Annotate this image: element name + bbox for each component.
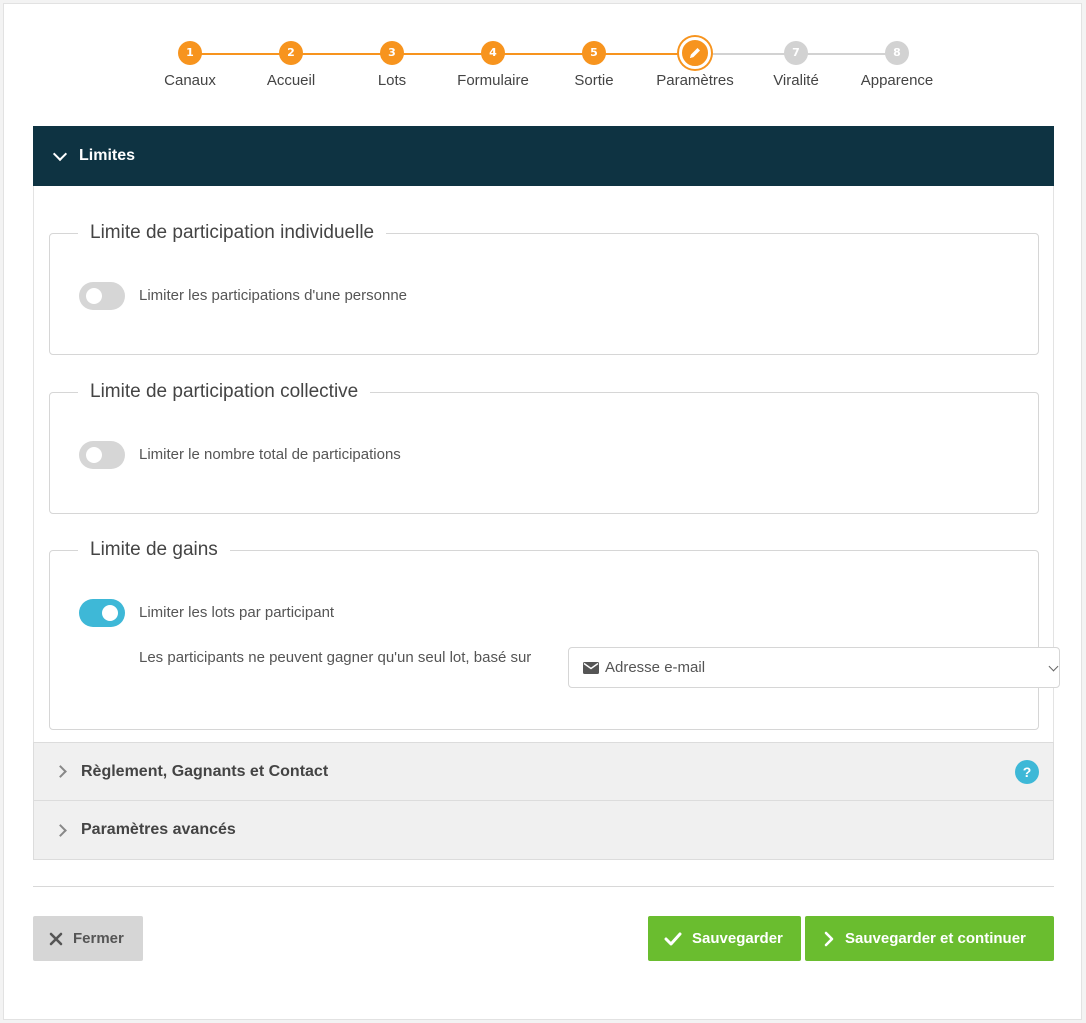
chevron-right-icon <box>54 765 67 778</box>
save-and-continue-label: Sauvegarder et continuer <box>845 930 1026 947</box>
step-number: 2 <box>279 41 303 65</box>
step-number: 8 <box>885 41 909 65</box>
step-number: 3 <box>380 41 404 65</box>
accordion-parametres-avances[interactable]: Paramètres avancés <box>33 800 1054 860</box>
help-icon[interactable]: ? <box>1015 760 1039 784</box>
collective-limit-box: Limite de participation collective Limit… <box>49 381 1039 514</box>
accordion-title: Limites <box>79 147 136 164</box>
chevron-down-icon <box>52 146 68 161</box>
individual-limit-toggle[interactable] <box>79 282 125 310</box>
save-button[interactable]: Sauvegarder <box>648 916 801 961</box>
toggle-knob <box>86 288 102 304</box>
step-number: 1 <box>178 41 202 65</box>
accordion-reglement[interactable]: Règlement, Gagnants et Contact ? <box>33 742 1054 801</box>
step-apparence[interactable]: 8 Apparence <box>837 38 957 89</box>
toggle-label: Limiter les lots par participant <box>139 604 335 621</box>
gains-basis-select[interactable]: Adresse e-mail <box>568 647 1060 688</box>
box-legend: Limite de participation collective <box>78 381 371 403</box>
accordion-limites-body: Limite de participation individuelle Lim… <box>33 186 1060 742</box>
step-number: 5 <box>582 41 606 65</box>
box-legend: Limite de gains <box>78 539 230 561</box>
close-icon <box>49 932 63 945</box>
accordion-title: Paramètres avancés <box>81 821 236 838</box>
envelope-icon <box>583 661 599 674</box>
individual-limit-box: Limite de participation individuelle Lim… <box>49 222 1039 355</box>
gains-limit-toggle[interactable] <box>79 599 125 627</box>
save-and-continue-button[interactable]: Sauvegarder et continuer <box>805 916 1054 961</box>
gains-description: Les participants ne peuvent gagner qu'un… <box>139 649 532 666</box>
close-button-label: Fermer <box>73 930 124 947</box>
wizard-stepper: 1 Canaux 2 Accueil 3 Lots 4 Formulaire 5… <box>0 37 1086 98</box>
select-value: Adresse e-mail <box>605 659 706 676</box>
chevron-right-icon <box>54 823 67 837</box>
accordion-title: Règlement, Gagnants et Contact <box>81 762 329 780</box>
step-number: 4 <box>481 41 505 65</box>
chevron-right-icon <box>824 931 834 946</box>
step-label: Apparence <box>860 72 934 89</box>
toggle-label: Limiter le nombre total de participation… <box>139 446 401 463</box>
step-number: 7 <box>784 41 808 65</box>
accordion-limites-header[interactable]: Limites <box>33 126 1054 186</box>
save-button-label: Sauvegarder <box>692 930 783 947</box>
collective-limit-toggle[interactable] <box>79 441 125 469</box>
toggle-knob <box>86 447 102 463</box>
box-legend: Limite de participation individuelle <box>78 222 387 244</box>
toggle-knob <box>102 605 118 621</box>
chevron-down-icon <box>1048 661 1059 672</box>
footer-divider <box>33 886 1054 887</box>
check-icon <box>664 932 682 945</box>
pencil-icon <box>679 37 711 69</box>
gains-limit-box: Limite de gains Limiter les lots par par… <box>49 539 1060 730</box>
toggle-label: Limiter les participations d'une personn… <box>139 287 408 304</box>
close-button[interactable]: Fermer <box>33 916 143 961</box>
